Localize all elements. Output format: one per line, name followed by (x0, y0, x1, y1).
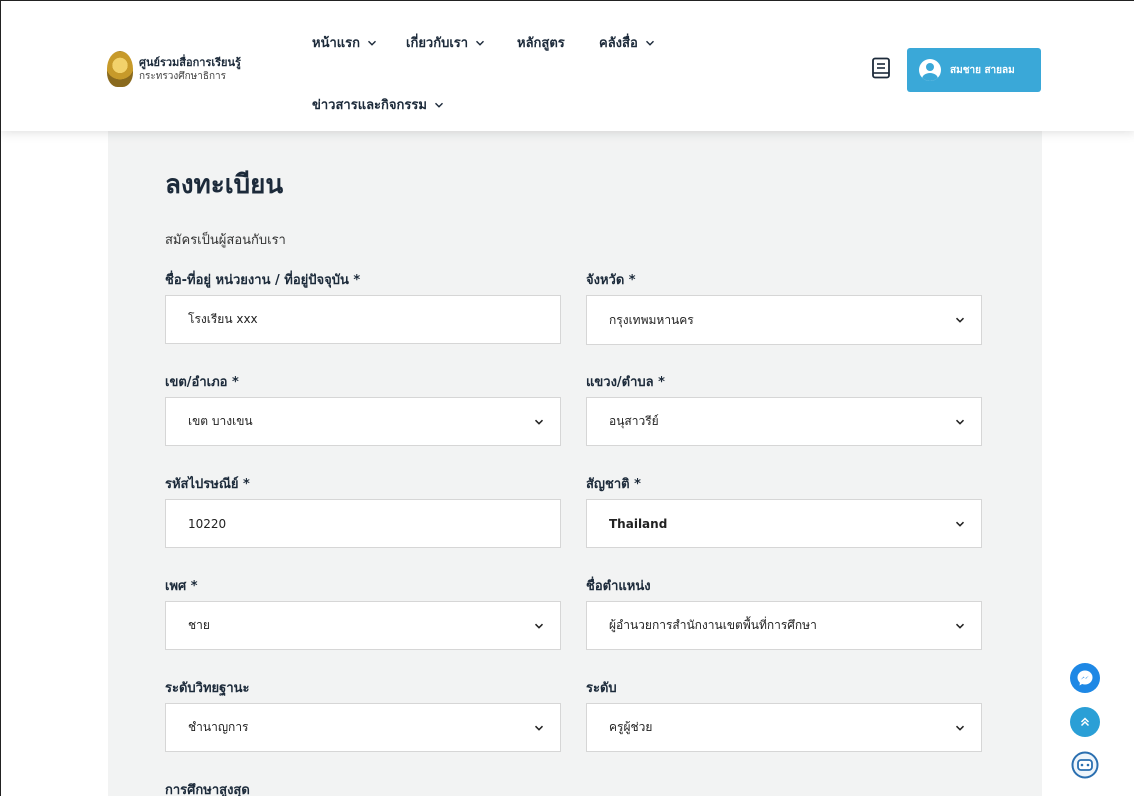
chevron-down-icon (955, 419, 965, 425)
postcode-label: รหัสไปรษณีย์ * (165, 477, 250, 492)
district-select[interactable]: เขต บางเขน (165, 397, 561, 446)
chevron-down-icon (955, 725, 965, 731)
chevron-down-icon (534, 623, 544, 629)
nationality-value: Thailand (609, 516, 668, 531)
chatbot-icon (1071, 751, 1099, 779)
nav-item-library[interactable]: คลังสื่อ (599, 32, 655, 53)
province-select[interactable]: กรุงเทพมหานคร (586, 295, 982, 345)
chevron-down-icon (534, 419, 544, 425)
page-frame: ศูนย์รวมสื่อการเรียนรู้ กระทรวงศึกษาธิกา… (0, 0, 1134, 796)
academic-rank-value: ชำนาญการ (188, 720, 249, 734)
gender-select[interactable]: ชาย (165, 601, 561, 650)
district-label: เขต/อำเภอ * (165, 375, 239, 390)
chevron-down-icon (955, 623, 965, 629)
chevron-down-icon (955, 521, 965, 527)
site-logo[interactable]: ศูนย์รวมสื่อการเรียนรู้ กระทรวงศึกษาธิกา… (107, 51, 241, 87)
address-label: ชื่อ-ที่อยู่ หน่วยงาน / ที่อยู่ปัจจุบัน … (165, 273, 361, 288)
chevron-down-icon (645, 40, 654, 46)
form-subtitle: สมัครเป็นผู้สอนกับเรา (165, 233, 286, 248)
nav-item-about[interactable]: เกี่ยวกับเรา (406, 32, 485, 53)
nav-label: ข่าวสารและกิจกรรม (312, 98, 427, 113)
subdistrict-select[interactable]: อนุสาวรีย์ (586, 397, 982, 446)
academic-rank-select[interactable]: ชำนาญการ (165, 703, 561, 752)
province-value: กรุงเทพมหานคร (609, 312, 694, 327)
chevron-down-icon (476, 40, 485, 46)
subdistrict-value: อนุสาวรีย์ (609, 414, 659, 428)
education-label: การศึกษาสูงสุด (165, 783, 250, 796)
province-label: จังหวัด * (586, 273, 636, 288)
chevron-down-icon (955, 317, 965, 323)
district-value: เขต บางเขน (188, 414, 253, 428)
position-select[interactable]: ผู้อำนวยการสำนักงานเขตพื้นที่การศึกษา (586, 601, 982, 650)
position-label: ชื่อตำแหน่ง (586, 579, 651, 594)
logo-text: ศูนย์รวมสื่อการเรียนรู้ กระทรวงศึกษาธิกา… (139, 56, 241, 83)
level-select[interactable]: ครูผู้ช่วย (586, 703, 982, 752)
site-header: ศูนย์รวมสื่อการเรียนรู้ กระทรวงศึกษาธิกา… (1, 1, 1134, 131)
nav-item-news[interactable]: ข่าวสารและกิจกรรม (312, 94, 444, 115)
nationality-select[interactable]: Thailand (586, 499, 982, 548)
logo-line2: กระทรวงศึกษาธิการ (139, 70, 227, 82)
nav-label: คลังสื่อ (599, 36, 638, 51)
gender-value: ชาย (188, 618, 210, 632)
messenger-icon (1077, 670, 1093, 686)
academic-rank-label: ระดับวิทยฐานะ (165, 681, 250, 696)
nav-item-courses[interactable]: หลักสูตร (517, 32, 565, 53)
messenger-button[interactable] (1070, 663, 1100, 693)
book-icon[interactable] (871, 57, 891, 79)
chatbot-button[interactable] (1070, 750, 1100, 780)
scroll-top-button[interactable] (1070, 707, 1100, 737)
address-input[interactable]: โรงเรียน xxx (165, 295, 561, 344)
logo-line1: ศูนย์รวมสื่อการเรียนรู้ (139, 55, 241, 69)
nav-label: เกี่ยวกับเรา (406, 36, 469, 51)
postcode-input[interactable]: 10220 (165, 499, 561, 548)
postcode-value: 10220 (188, 516, 227, 531)
nationality-label: สัญชาติ * (586, 477, 641, 492)
chevron-down-icon (434, 102, 443, 108)
user-account-button[interactable]: สมชาย สายลม (907, 48, 1041, 92)
chevron-down-icon (368, 40, 376, 46)
user-avatar-icon (919, 59, 941, 81)
page-title: ลงทะเบียน (165, 170, 284, 200)
nav-item-home[interactable]: หน้าแรก (312, 32, 377, 53)
nav-label: หน้าแรก (312, 36, 360, 51)
position-value: ผู้อำนวยการสำนักงานเขตพื้นที่การศึกษา (609, 618, 817, 632)
level-label: ระดับ (586, 681, 617, 696)
scroll-top-icon (1080, 717, 1090, 727)
ministry-emblem-icon (107, 51, 133, 87)
chevron-down-icon (534, 725, 544, 731)
nav-label: หลักสูตร (517, 36, 565, 51)
gender-label: เพศ * (165, 579, 198, 594)
user-name: สมชาย สายลม (950, 64, 1015, 76)
subdistrict-label: แขวง/ตำบล * (586, 375, 665, 390)
level-value: ครูผู้ช่วย (609, 720, 653, 734)
address-value: โรงเรียน xxx (188, 312, 258, 326)
